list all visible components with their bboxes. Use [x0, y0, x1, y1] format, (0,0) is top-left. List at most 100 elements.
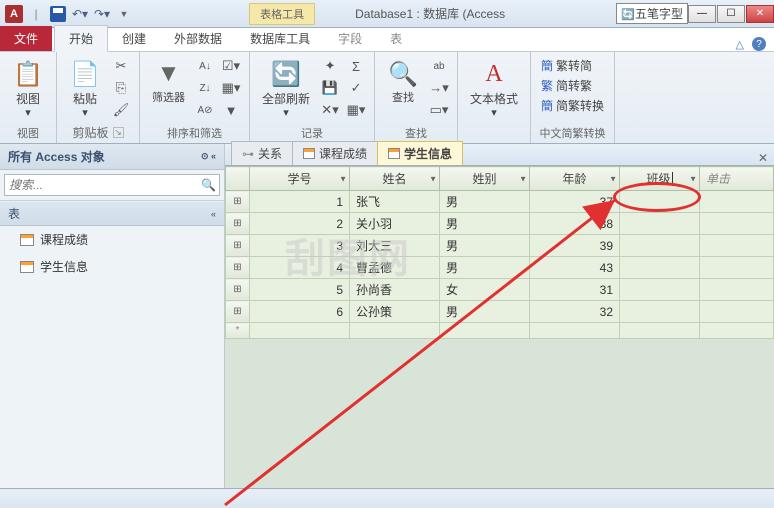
column-header-name[interactable]: 姓名▼ — [350, 167, 440, 191]
table-row[interactable]: ⊞ 6 公孙策 男 32 — [226, 301, 774, 323]
copy-button[interactable]: ⎘ — [111, 78, 131, 98]
save-button[interactable] — [48, 4, 68, 24]
close-button[interactable]: ✕ — [746, 5, 774, 23]
trad-to-simp-button[interactable]: 簡繁转简 — [539, 56, 606, 75]
column-header-age[interactable]: 年龄▼ — [530, 167, 620, 191]
cell-name[interactable]: 关小羽 — [350, 213, 440, 235]
cell-id[interactable]: 3 — [250, 235, 350, 257]
goto-button[interactable]: →▾ — [429, 78, 449, 98]
tab-file[interactable]: 文件 — [0, 26, 52, 51]
table-row[interactable]: ⊞ 3 刘大三 男 39 — [226, 235, 774, 257]
cell-extra[interactable] — [700, 213, 774, 235]
tab-table[interactable]: 表 — [376, 26, 416, 51]
new-row[interactable]: * — [226, 323, 774, 339]
column-dropdown-icon[interactable]: ▼ — [519, 174, 527, 183]
row-selector[interactable]: ⊞ — [226, 301, 250, 323]
cell-name[interactable]: 曹孟德 — [350, 257, 440, 279]
tab-fields[interactable]: 字段 — [324, 26, 376, 51]
format-painter-button[interactable]: 🖌 — [111, 100, 131, 120]
sort-asc-button[interactable]: A↓ — [195, 56, 215, 76]
doc-tab-student-info[interactable]: 学生信息 — [377, 141, 463, 165]
find-button[interactable]: 🔍 查找 — [383, 56, 423, 107]
refresh-all-button[interactable]: 🔄 全部刷新▾ — [258, 56, 314, 122]
doc-tab-relations[interactable]: ⊶ 关系 — [231, 141, 293, 165]
filter-button[interactable]: ▼ 筛选器 — [148, 56, 189, 107]
doc-tab-course-scores[interactable]: 课程成绩 — [292, 141, 378, 165]
column-dropdown-icon[interactable]: ▼ — [609, 174, 617, 183]
minimize-button[interactable]: — — [688, 5, 716, 23]
cell-name[interactable]: 孙尚香 — [350, 279, 440, 301]
search-icon[interactable]: 🔍 — [201, 178, 216, 192]
cell-sex[interactable]: 男 — [440, 301, 530, 323]
cell-id[interactable]: 2 — [250, 213, 350, 235]
select-all-cell[interactable] — [226, 167, 250, 191]
nav-group-tables[interactable]: 表 « — [0, 201, 224, 226]
cell-class[interactable] — [620, 235, 700, 257]
maximize-button[interactable]: ☐ — [717, 5, 745, 23]
cell-class[interactable] — [620, 301, 700, 323]
cell-class[interactable] — [620, 279, 700, 301]
cell-age[interactable]: 37 — [530, 191, 620, 213]
doc-tab-close-button[interactable]: ✕ — [752, 151, 774, 165]
cell-sex[interactable]: 女 — [440, 279, 530, 301]
column-dropdown-icon[interactable]: ▼ — [429, 174, 437, 183]
cut-button[interactable]: ✂ — [111, 56, 131, 76]
redo-button[interactable]: ↷▾ — [92, 4, 112, 24]
totals-button[interactable]: Σ — [346, 56, 366, 76]
cell-class[interactable] — [620, 191, 700, 213]
more-records-button[interactable]: ▦▾ — [346, 100, 366, 120]
toggle-filter-button[interactable]: ▼ — [221, 100, 241, 120]
cell-age[interactable]: 38 — [530, 213, 620, 235]
undo-button[interactable]: ↶▾ — [70, 4, 90, 24]
row-selector[interactable]: ⊞ — [226, 213, 250, 235]
spelling-button[interactable]: ✓ — [346, 78, 366, 98]
cell-extra[interactable] — [700, 235, 774, 257]
column-dropdown-icon[interactable]: ▼ — [339, 174, 347, 183]
collapse-icon[interactable]: « — [211, 209, 216, 219]
cell-name[interactable]: 公孙策 — [350, 301, 440, 323]
paste-button[interactable]: 📄 粘贴▾ — [65, 56, 105, 122]
cell-age[interactable]: 31 — [530, 279, 620, 301]
row-selector[interactable]: ⊞ — [226, 279, 250, 301]
row-selector[interactable]: ⊞ — [226, 257, 250, 279]
table-row[interactable]: ⊞ 2 关小羽 男 38 — [226, 213, 774, 235]
sort-desc-button[interactable]: Z↓ — [195, 78, 215, 98]
replace-button[interactable]: ab — [429, 56, 449, 76]
nav-item-student-info[interactable]: 学生信息 — [0, 253, 224, 280]
column-header-class[interactable]: 班级▼ — [620, 167, 700, 191]
clear-sort-button[interactable]: A⊘ — [195, 100, 215, 120]
cell-id[interactable]: 5 — [250, 279, 350, 301]
cell-age[interactable]: 43 — [530, 257, 620, 279]
delete-record-button[interactable]: ✕▾ — [320, 100, 340, 120]
chinese-convert-button[interactable]: 簡简繁转换 — [539, 96, 606, 115]
datasheet-view[interactable]: 学号▼ 姓名▼ 姓别▼ 年龄▼ 班级▼ 单击 ⊞ 1 张飞 男 37 ⊞ 2 关… — [225, 166, 774, 488]
cell-age[interactable]: 32 — [530, 301, 620, 323]
cell-id[interactable]: 4 — [250, 257, 350, 279]
cell-extra[interactable] — [700, 257, 774, 279]
row-selector[interactable]: ⊞ — [226, 191, 250, 213]
text-format-button[interactable]: A 文本格式▾ — [466, 56, 522, 122]
column-dropdown-icon[interactable]: ▼ — [689, 174, 697, 183]
ime-indicator[interactable]: 🔄五笔字型 — [616, 3, 688, 24]
new-row-selector[interactable]: * — [226, 323, 250, 339]
qat-customize[interactable]: ▼ — [114, 4, 134, 24]
cell-extra[interactable] — [700, 301, 774, 323]
cell-name[interactable]: 刘大三 — [350, 235, 440, 257]
cell-class[interactable] — [620, 257, 700, 279]
cell-class[interactable] — [620, 213, 700, 235]
cell-id[interactable]: 6 — [250, 301, 350, 323]
cell-name[interactable]: 张飞 — [350, 191, 440, 213]
table-row[interactable]: ⊞ 5 孙尚香 女 31 — [226, 279, 774, 301]
simp-to-trad-button[interactable]: 繁简转繁 — [539, 76, 606, 95]
search-input[interactable] — [4, 174, 220, 196]
app-icon[interactable]: A — [4, 4, 24, 24]
tab-create[interactable]: 创建 — [108, 26, 160, 51]
nav-header-dropdown-icon[interactable]: ⊙ « — [201, 151, 216, 162]
row-selector[interactable]: ⊞ — [226, 235, 250, 257]
new-record-button[interactable]: ✦ — [320, 56, 340, 76]
nav-header[interactable]: 所有 Access 对象 ⊙ « — [0, 144, 224, 170]
tab-external-data[interactable]: 外部数据 — [160, 26, 236, 51]
select-button[interactable]: ▭▾ — [429, 100, 449, 120]
cell-extra[interactable] — [700, 279, 774, 301]
nav-item-course-scores[interactable]: 课程成绩 — [0, 226, 224, 253]
